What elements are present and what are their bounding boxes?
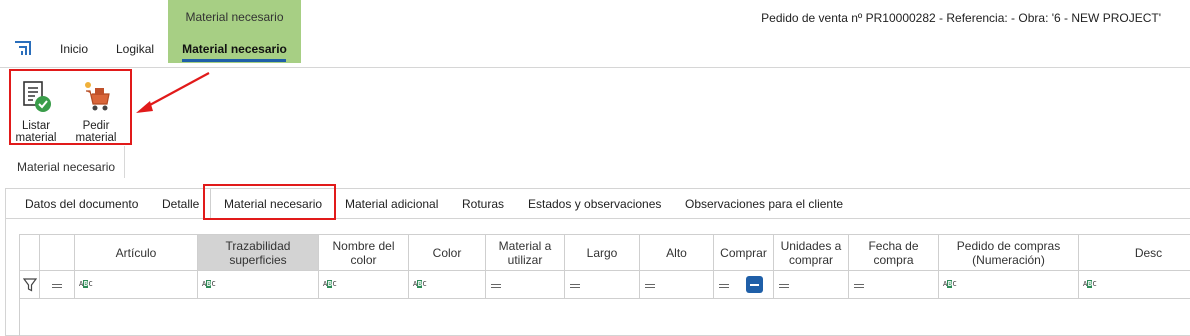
menu-inicio[interactable]: Inicio [60, 42, 88, 56]
filter-cell-desc[interactable]: ABC [1079, 271, 1190, 299]
equals-icon [719, 284, 729, 288]
filter-cell-selector[interactable] [40, 271, 75, 299]
filter-cell-largo[interactable] [565, 271, 640, 299]
tab-roturas[interactable]: Roturas [462, 197, 504, 211]
column-header-unidades-comprar[interactable]: Unidades a comprar [774, 235, 849, 271]
column-header-largo[interactable]: Largo [565, 235, 640, 271]
grid-selector-header [40, 235, 75, 271]
app-logo-icon[interactable] [15, 41, 31, 55]
highlight-ribbon-buttons [9, 69, 132, 145]
equals-icon [570, 284, 580, 288]
ribbon-group-label: Material necesario [17, 160, 116, 174]
filter-cell-articulo[interactable]: ABC [75, 271, 198, 299]
filter-cell-material-utilizar[interactable] [486, 271, 565, 299]
equals-icon [645, 284, 655, 288]
material-grid: Artículo Trazabilidad superficies Nombre… [19, 234, 1190, 336]
equals-icon [779, 284, 789, 288]
column-header-fecha-compra[interactable]: Fecha de compra [849, 235, 939, 271]
abc-text-icon: ABC [202, 280, 216, 288]
abc-text-icon: ABC [413, 280, 427, 288]
column-header-desc[interactable]: Desc [1079, 235, 1190, 271]
tab-observaciones-cliente[interactable]: Observaciones para el cliente [685, 197, 843, 211]
ribbon-group-divider [124, 146, 125, 178]
tab-detalle[interactable]: Detalle [162, 197, 199, 211]
filter-cell-fecha-compra[interactable] [849, 271, 939, 299]
menu-material-necesario[interactable]: Material necesario [168, 42, 301, 56]
abc-text-icon: ABC [79, 280, 93, 288]
grid-corner-cell [20, 235, 40, 271]
tab-estados-observaciones[interactable]: Estados y observaciones [528, 197, 661, 211]
ribbon: Listar material Pedir material Material … [0, 68, 1190, 180]
context-tab-group: Material necesario Material necesario [168, 0, 301, 63]
abc-text-icon: ABC [323, 280, 337, 288]
equals-icon [52, 284, 62, 288]
top-menu-bar: Inicio Logikal Material necesario Materi… [0, 0, 1190, 68]
document-panel: Datos del documento Detalle Material nec… [5, 188, 1190, 336]
filter-funnel-icon[interactable] [23, 278, 37, 292]
filter-cell-pedido-compras[interactable]: ABC [939, 271, 1079, 299]
column-header-articulo[interactable]: Artículo [75, 235, 198, 271]
equals-icon [854, 284, 864, 288]
document-title: Pedido de venta nº PR10000282 - Referenc… [761, 11, 1161, 25]
equals-icon [491, 284, 501, 288]
filter-cell-color[interactable]: ABC [409, 271, 486, 299]
column-header-alto[interactable]: Alto [640, 235, 714, 271]
filter-cell-unidades-comprar[interactable] [774, 271, 849, 299]
tab-material-adicional[interactable]: Material adicional [345, 197, 438, 211]
filter-cell-alto[interactable] [640, 271, 714, 299]
filter-row-header[interactable] [20, 271, 40, 299]
column-header-trazabilidad[interactable]: Trazabilidad superficies [198, 235, 319, 271]
comprar-toggle-button[interactable] [746, 276, 763, 293]
document-tabs: Datos del documento Detalle Material nec… [6, 189, 1190, 219]
abc-text-icon: ABC [1083, 280, 1097, 288]
highlight-material-necesario-tab [203, 184, 336, 220]
abc-text-icon: ABC [943, 280, 957, 288]
filter-cell-nombre-color[interactable]: ABC [319, 271, 409, 299]
column-header-nombre-color[interactable]: Nombre del color [319, 235, 409, 271]
context-group-title: Material necesario [185, 10, 284, 24]
column-header-comprar[interactable]: Comprar [714, 235, 774, 271]
active-tab-underline [182, 59, 286, 62]
tab-datos-documento[interactable]: Datos del documento [25, 197, 138, 211]
menu-logikal[interactable]: Logikal [116, 42, 154, 56]
filter-cell-comprar[interactable] [714, 271, 774, 299]
column-header-color[interactable]: Color [409, 235, 486, 271]
column-header-pedido-compras[interactable]: Pedido de compras (Numeración) [939, 235, 1079, 271]
column-header-material-utilizar[interactable]: Material a utilizar [486, 235, 565, 271]
filter-cell-trazabilidad[interactable]: ABC [198, 271, 319, 299]
